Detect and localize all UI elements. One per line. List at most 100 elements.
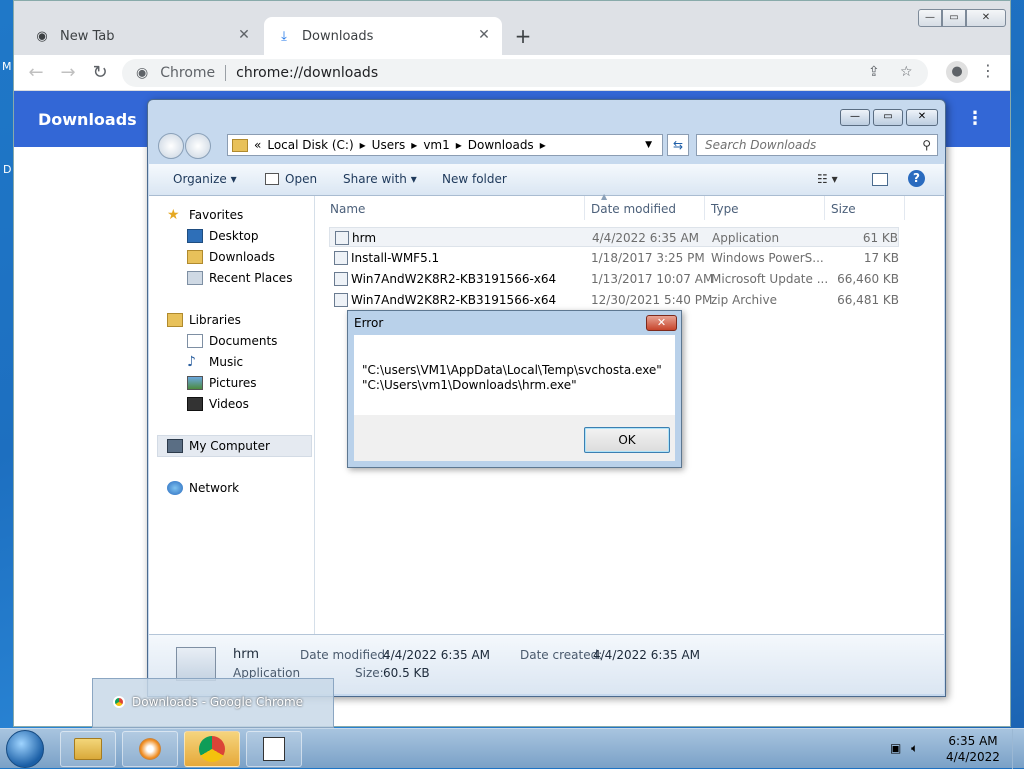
taskbar-notepad[interactable] <box>246 731 302 767</box>
close-tab-icon[interactable]: ✕ <box>236 27 252 43</box>
music-icon: ♪ <box>187 354 196 370</box>
taskbar-explorer[interactable] <box>60 731 116 767</box>
close-window-button[interactable]: ✕ <box>906 109 938 126</box>
breadcrumb-vm1[interactable]: vm1 <box>423 138 449 152</box>
nav-label: Documents <box>209 334 278 348</box>
reload-icon[interactable]: ↻ <box>88 61 112 85</box>
nav-downloads[interactable]: Downloads <box>187 250 275 264</box>
column-header-date[interactable]: Date modified <box>591 202 676 216</box>
back-icon[interactable]: ← <box>24 61 48 85</box>
page-title: Downloads <box>38 110 137 129</box>
tab-new-tab[interactable]: ◉ New Tab ✕ <box>22 17 262 55</box>
start-button-icon[interactable] <box>6 730 44 768</box>
nav-recent-places[interactable]: Recent Places <box>187 271 292 285</box>
nav-favorites[interactable]: ★ Favorites <box>167 208 243 222</box>
ok-button[interactable]: OK <box>584 427 670 453</box>
minimize-button[interactable]: — <box>840 109 870 126</box>
address-dropdown-icon[interactable]: ▼ <box>645 140 652 150</box>
forward-icon[interactable] <box>185 133 211 159</box>
nav-pictures[interactable]: Pictures <box>187 376 257 390</box>
preview-pane-icon[interactable] <box>872 173 888 186</box>
share-with-button[interactable]: Share with ▾ <box>343 172 417 186</box>
breadcrumb-chevron[interactable]: ▸ <box>456 138 462 152</box>
file-type: Application <box>712 231 780 245</box>
taskbar-media-player[interactable] <box>122 731 178 767</box>
column-divider <box>904 196 905 220</box>
file-row[interactable]: hrm 4/4/2022 6:35 AM Application 61 KB <box>329 227 899 247</box>
nav-documents[interactable]: Documents <box>187 334 277 348</box>
dialog-body: "C:\users\VM1\AppData\Local\Temp\svchost… <box>354 335 675 415</box>
omnibox-divider <box>225 65 227 81</box>
media-player-icon <box>139 738 161 760</box>
back-icon[interactable] <box>158 133 184 159</box>
breadcrumb-downloads[interactable]: Downloads <box>468 138 534 152</box>
chrome-logo-icon <box>113 696 125 708</box>
column-divider <box>584 196 585 220</box>
bookmark-star-icon[interactable]: ☆ <box>900 64 913 80</box>
system-tray: ▣ 🔈︎ <box>890 741 918 756</box>
back-forward-buttons <box>158 133 212 162</box>
details-size-label: Size: <box>355 666 384 680</box>
nav-desktop[interactable]: Desktop <box>187 229 259 243</box>
help-icon[interactable]: ? <box>908 170 925 187</box>
nav-network[interactable]: Network <box>167 481 239 495</box>
breadcrumb-back[interactable]: « <box>254 138 261 152</box>
show-desktop-button[interactable] <box>1012 729 1024 769</box>
taskbar-chrome[interactable] <box>184 731 240 767</box>
close-tab-icon[interactable]: ✕ <box>476 27 492 43</box>
volume-icon[interactable]: 🔈︎ <box>911 741 918 755</box>
details-name: hrm <box>233 647 260 662</box>
breadcrumb-chevron[interactable]: ▸ <box>360 138 366 152</box>
view-options-icon[interactable]: ☷ ▾ <box>817 172 838 186</box>
file-type: Windows PowerS... <box>711 251 824 265</box>
profile-avatar-icon[interactable]: ● <box>946 61 968 83</box>
column-header-type[interactable]: Type <box>711 202 739 216</box>
open-button[interactable]: Open <box>285 172 317 186</box>
nav-videos[interactable]: Videos <box>187 397 249 411</box>
recent-places-icon <box>187 271 203 285</box>
file-date: 12/30/2021 5:40 PM <box>591 293 713 307</box>
file-row[interactable]: Win7AndW2K8R2-KB3191566-x64 12/30/2021 5… <box>329 290 899 310</box>
file-row[interactable]: Install-WMF5.1 1/18/2017 3:25 PM Windows… <box>329 248 899 268</box>
nav-music[interactable]: ♪ Music <box>187 355 243 369</box>
share-icon[interactable]: ⇪ <box>868 64 880 80</box>
dialog-close-button[interactable]: ✕ <box>646 315 677 331</box>
breadcrumb-local-disk[interactable]: Local Disk (C:) <box>267 138 353 152</box>
new-tab-button[interactable]: + <box>512 25 534 47</box>
downloads-more-icon[interactable]: ⋮ <box>966 108 984 129</box>
organize-button[interactable]: Organize ▾ <box>173 172 237 186</box>
column-header-size[interactable]: Size <box>831 202 856 216</box>
tab-strip: ◉ New Tab ✕ ⤓ Downloads ✕ + — ▭ ✕ <box>14 1 1010 55</box>
details-created: 4/4/2022 6:35 AM <box>593 648 701 662</box>
taskbar-thumbnail[interactable]: Downloads - Google Chrome <box>92 678 334 728</box>
forward-icon[interactable]: → <box>56 61 80 85</box>
application-icon <box>335 231 349 245</box>
nav-my-computer[interactable]: My Computer <box>167 439 270 453</box>
address-bar[interactable]: ◉ Chrome chrome://downloads ⇪ ☆ <box>122 59 928 87</box>
address-bar[interactable]: « Local Disk (C:) ▸ Users ▸ vm1 ▸ Downlo… <box>227 134 663 156</box>
breadcrumb-users[interactable]: Users <box>372 138 406 152</box>
minimize-button[interactable]: — <box>918 9 942 27</box>
new-folder-button[interactable]: New folder <box>442 172 507 186</box>
search-input[interactable]: Search Downloads ⚲ <box>696 134 938 156</box>
chrome-menu-icon[interactable]: ⋮ <box>980 61 996 80</box>
details-file-icon <box>176 647 216 681</box>
maximize-button[interactable]: ▭ <box>942 9 966 27</box>
close-window-button[interactable]: ✕ <box>966 9 1006 27</box>
nav-libraries[interactable]: Libraries <box>167 313 241 327</box>
network-tray-icon[interactable]: ▣ <box>890 741 901 755</box>
pictures-icon <box>187 376 203 390</box>
breadcrumb-chevron[interactable]: ▸ <box>411 138 417 152</box>
error-message-line1: "C:\users\VM1\AppData\Local\Temp\svchost… <box>362 363 662 377</box>
zip-archive-icon <box>334 293 348 307</box>
clock[interactable]: 6:35 AM 4/4/2022 <box>944 733 1002 765</box>
refresh-icon[interactable]: ⇆ <box>667 134 689 156</box>
column-header-name[interactable]: Name <box>330 202 365 216</box>
breadcrumb-chevron[interactable]: ▸ <box>540 138 546 152</box>
file-row[interactable]: Win7AndW2K8R2-KB3191566-x64 1/13/2017 10… <box>329 269 899 289</box>
maximize-button[interactable]: ▭ <box>873 109 903 126</box>
nav-label: Network <box>189 481 240 495</box>
tab-downloads[interactable]: ⤓ Downloads ✕ <box>264 17 502 55</box>
details-created-label: Date created: <box>520 648 603 662</box>
documents-icon <box>187 334 203 348</box>
